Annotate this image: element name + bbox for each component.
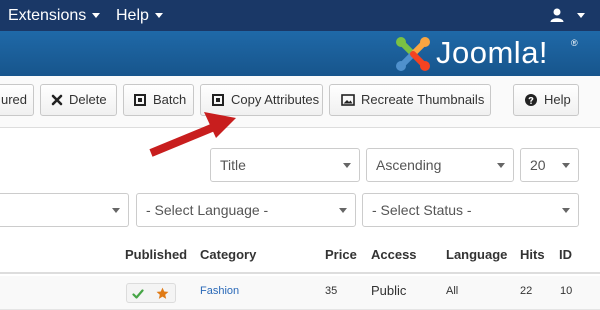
chevron-down-icon <box>562 208 570 213</box>
batch-icon <box>134 94 146 106</box>
sort-field-select[interactable]: Title <box>210 148 360 182</box>
copy-attributes-button-label: Copy Attributes <box>231 92 320 107</box>
featured-button[interactable]: ured <box>0 84 34 116</box>
delete-x-icon <box>51 94 63 106</box>
column-category[interactable]: Category <box>200 247 256 262</box>
category-filter-select[interactable] <box>0 193 129 227</box>
row-id: 10 <box>560 285 573 297</box>
chevron-down-icon <box>154 13 163 19</box>
recreate-thumbnails-button-label: Recreate Thumbnails <box>361 92 485 107</box>
status-filter-select[interactable]: - Select Status - <box>362 193 579 227</box>
row-price: 35 <box>325 285 338 297</box>
toolbar: ured Delete Batch Copy Attributes Recrea… <box>0 76 600 128</box>
status-filter-value: - Select Status - <box>372 202 472 218</box>
table-header: Published Category Price Access Language… <box>0 238 600 274</box>
user-menu[interactable] <box>545 0 585 31</box>
table-row: Fashion 35 Public All 22 10 <box>0 276 600 310</box>
sort-order-select[interactable]: Ascending <box>366 148 514 182</box>
help-button[interactable]: Help <box>513 84 579 116</box>
menu-extensions[interactable]: Extensions <box>8 0 101 31</box>
logo-registered-mark: ® <box>571 38 578 48</box>
joomla-logo-icon <box>396 37 430 71</box>
chevron-down-icon <box>577 13 585 18</box>
chevron-down-icon <box>562 163 570 168</box>
list-limit-value: 20 <box>530 157 546 173</box>
image-icon <box>341 94 355 106</box>
top-navbar: Extensions Help <box>0 0 600 31</box>
menu-extensions-label: Extensions <box>8 7 87 24</box>
row-access: Public <box>371 283 407 298</box>
menu-help[interactable]: Help <box>116 0 163 31</box>
language-filter-select[interactable]: - Select Language - <box>136 193 356 227</box>
copy-icon <box>212 94 224 106</box>
list-limit-select[interactable]: 20 <box>520 148 579 182</box>
menu-help-label: Help <box>116 7 149 24</box>
chevron-down-icon <box>112 208 120 213</box>
row-language: All <box>446 285 459 297</box>
copy-attributes-button[interactable]: Copy Attributes <box>200 84 323 116</box>
joomla-logo: Joomla! ® <box>393 34 589 74</box>
language-filter-value: - Select Language - <box>146 202 269 218</box>
batch-button-label: Batch <box>153 92 187 107</box>
featured-star-icon[interactable] <box>156 287 169 300</box>
help-button-label: Help <box>544 92 571 107</box>
published-check-icon[interactable] <box>132 288 144 300</box>
featured-button-label: ured <box>1 92 28 107</box>
logo-wordmark: Joomla! <box>436 35 549 70</box>
column-language[interactable]: Language <box>446 247 507 262</box>
row-category-link[interactable]: Fashion <box>200 285 239 297</box>
recreate-thumbnails-button[interactable]: Recreate Thumbnails <box>329 84 491 116</box>
column-access[interactable]: Access <box>371 247 417 262</box>
delete-button[interactable]: Delete <box>40 84 117 116</box>
delete-button-label: Delete <box>69 92 107 107</box>
column-price[interactable]: Price <box>325 247 357 262</box>
publish-status-group <box>126 283 176 303</box>
chevron-down-icon <box>339 208 347 213</box>
batch-button[interactable]: Batch <box>123 84 194 116</box>
question-icon <box>525 94 537 106</box>
column-id[interactable]: ID <box>559 247 572 262</box>
column-hits[interactable]: Hits <box>520 247 545 262</box>
sort-field-value: Title <box>220 157 246 173</box>
user-icon <box>550 8 564 22</box>
row-hits: 22 <box>520 285 533 297</box>
chevron-down-icon <box>343 163 351 168</box>
chevron-down-icon <box>497 163 505 168</box>
sort-order-value: Ascending <box>376 157 442 173</box>
column-published[interactable]: Published <box>125 247 187 262</box>
chevron-down-icon <box>92 13 101 19</box>
